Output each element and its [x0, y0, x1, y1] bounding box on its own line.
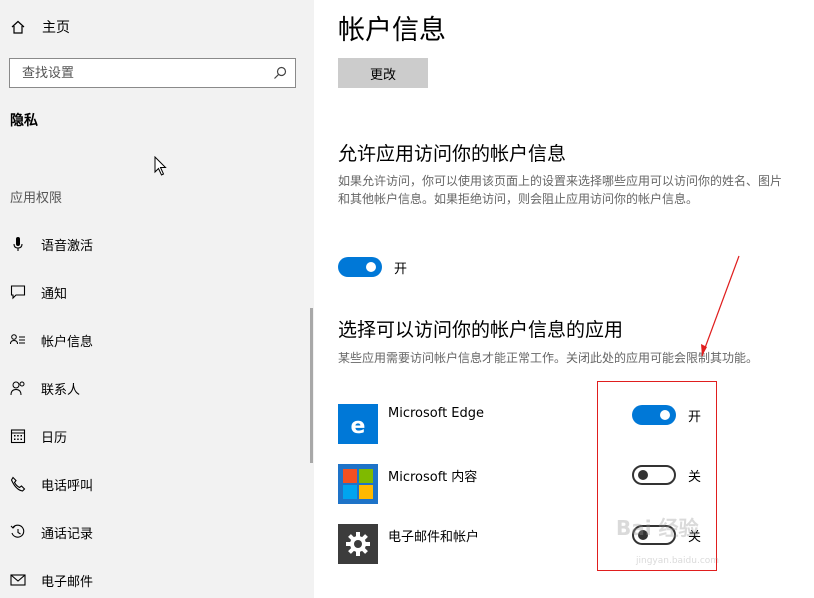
notification-icon [10, 285, 26, 300]
phone-icon [10, 476, 26, 492]
sidebar-item-contacts[interactable]: 联系人 [10, 377, 80, 399]
sidebar-item-label: 通知 [41, 286, 68, 302]
calendar-icon [10, 429, 26, 444]
sidebar-item-label: 电子邮件 [41, 574, 94, 590]
sidebar-item-label: 联系人 [41, 382, 81, 398]
home-link[interactable]: 主页 [10, 16, 70, 38]
app-name: Microsoft 内容 [388, 470, 478, 485]
change-button[interactable]: 更改 [338, 58, 428, 88]
allow-access-toggle-label: 开 [394, 262, 408, 277]
home-icon [11, 20, 25, 34]
sidebar-item-email[interactable]: 电子邮件 [10, 569, 93, 591]
home-label: 主页 [42, 20, 70, 36]
sidebar-item-notifications[interactable]: 通知 [10, 281, 67, 303]
section-title: 隐私 [10, 113, 38, 129]
annotation-highlight-box [597, 381, 717, 571]
search-input[interactable] [20, 64, 273, 82]
annotation-arrow-icon [701, 255, 740, 357]
app-name: 电子邮件和帐户 [388, 530, 480, 545]
sidebar-item-calendar[interactable]: 日历 [10, 425, 67, 447]
sidebar-item-label: 语音激活 [41, 238, 94, 254]
sidebar-item-account-info[interactable]: 帐户信息 [10, 329, 93, 351]
choose-section-heading: 选择可以访问你的帐户信息的应用 [338, 319, 624, 341]
toggle-knob [366, 262, 376, 272]
sidebar-item-phone-calls[interactable]: 电话呼叫 [10, 473, 93, 495]
search-icon[interactable] [273, 66, 287, 80]
sidebar-item-label: 日历 [41, 430, 68, 446]
email-icon [10, 574, 26, 586]
account-info-icon [10, 334, 25, 345]
sidebar-item-call-history[interactable]: 通话记录 [10, 521, 93, 543]
allow-section-heading: 允许应用访问你的帐户信息 [338, 143, 567, 165]
group-label: 应用权限 [10, 191, 63, 206]
gear-icon [338, 524, 378, 564]
sidebar-item-label: 电话呼叫 [41, 478, 94, 494]
microphone-icon [13, 237, 23, 251]
svg-text:e: e [351, 414, 366, 439]
contacts-icon [10, 381, 25, 396]
app-name: Microsoft Edge [388, 406, 485, 421]
edge-icon: e [338, 404, 378, 444]
microsoft-content-icon [338, 464, 378, 504]
main-content: 帐户信息 更改 允许应用访问你的帐户信息 如果允许访问，你可以使用该页面上的设置… [314, 0, 814, 598]
search-box[interactable] [9, 58, 296, 88]
allow-section-description: 如果允许访问，你可以使用该页面上的设置来选择哪些应用可以访问你的姓名、图片和其他… [338, 174, 783, 206]
sidebar-item-label: 帐户信息 [41, 334, 94, 350]
allow-access-toggle[interactable] [338, 257, 382, 277]
sidebar: 主页 隐私 应用权限 语音激活 通知 帐户信息 联系人 日历 电话呼叫 通话记录… [0, 0, 314, 598]
call-history-icon [10, 524, 25, 538]
page-title: 帐户信息 [338, 15, 446, 46]
sidebar-item-label: 通话记录 [41, 526, 94, 542]
sidebar-scrollbar[interactable] [310, 308, 313, 463]
mouse-cursor-icon [154, 156, 167, 176]
sidebar-item-voice-activation[interactable]: 语音激活 [10, 233, 93, 255]
